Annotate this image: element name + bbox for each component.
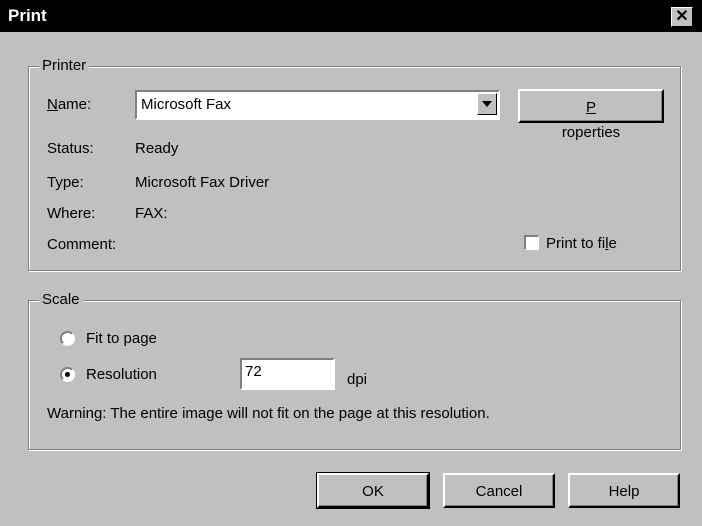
- cancel-button-label: Cancel: [475, 483, 523, 500]
- resolution-unit: dpi: [347, 371, 368, 388]
- where-label: Where:: [47, 205, 96, 222]
- comment-label: Comment:: [47, 236, 117, 253]
- scale-group-legend: Scale: [39, 291, 83, 308]
- type-label: Type:: [47, 174, 84, 191]
- ok-button[interactable]: OK: [316, 472, 430, 509]
- print-to-file-checkbox[interactable]: [524, 235, 539, 250]
- print-dialog: Print ✕ Printer Name: Microsoft Fax Prop…: [0, 0, 702, 526]
- cancel-button[interactable]: Cancel: [443, 473, 555, 508]
- close-icon: ✕: [675, 8, 689, 25]
- close-button[interactable]: ✕: [671, 7, 693, 27]
- fit-to-page-label[interactable]: Fit to page: [86, 330, 157, 347]
- resolution-label[interactable]: Resolution: [86, 366, 157, 383]
- where-value: FAX:: [135, 205, 168, 222]
- resolution-input[interactable]: 72: [240, 358, 335, 390]
- resolution-value: 72: [245, 363, 262, 380]
- resolution-warning: Warning: The entire image will not fit o…: [47, 405, 490, 422]
- name-label: Name:: [47, 96, 92, 113]
- type-value: Microsoft Fax Driver: [135, 174, 270, 191]
- radio-selected-dot: [65, 372, 70, 377]
- status-label: Status:: [47, 140, 94, 157]
- printer-group-legend: Printer: [39, 57, 90, 74]
- dropdown-arrow-icon[interactable]: [477, 93, 497, 115]
- fit-to-page-radio[interactable]: [60, 331, 75, 346]
- ok-button-label: OK: [362, 483, 384, 500]
- help-button[interactable]: Help: [568, 473, 680, 508]
- printer-name-combo[interactable]: Microsoft Fax: [135, 90, 500, 120]
- status-value: Ready: [135, 140, 179, 157]
- properties-button-label: Properties: [561, 99, 621, 141]
- print-to-file-label[interactable]: Print to file: [546, 235, 617, 252]
- printer-name-value: Microsoft Fax: [141, 96, 232, 113]
- resolution-radio[interactable]: [60, 367, 75, 382]
- title-bar: Print ✕: [0, 0, 702, 32]
- properties-button[interactable]: Properties: [518, 89, 664, 141]
- dialog-title: Print: [8, 6, 47, 25]
- help-button-label: Help: [608, 483, 640, 500]
